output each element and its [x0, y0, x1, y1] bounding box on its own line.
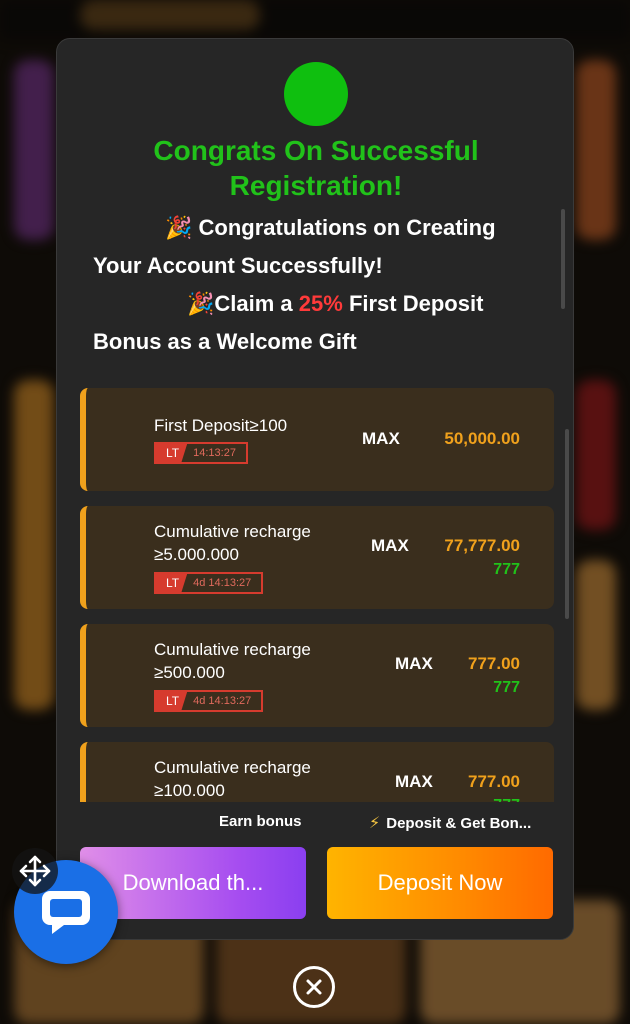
registration-success-modal: Congrats On Successful Registration! 🎉 C…	[56, 38, 574, 940]
earn-bonus-label: Earn bonus	[219, 813, 302, 830]
max-label: MAX	[371, 536, 409, 555]
max-label: MAX	[395, 654, 433, 673]
deposit-get-bonus-label: ⚡ Deposit & Get Bon...	[369, 813, 531, 833]
max-label: MAX	[395, 772, 433, 791]
sub-amount: 777	[493, 561, 520, 578]
reward-card[interactable]: Cumulative recharge ≥500.000 LT 4d 14:13…	[80, 624, 554, 727]
deposit-now-button[interactable]: Deposit Now	[327, 847, 553, 919]
max-amount: 50,000.00	[444, 429, 520, 448]
timer-tag: LT	[156, 444, 188, 462]
deposit-get-bonus-text: Deposit & Get Bon...	[386, 814, 532, 832]
reward-list[interactable]: First Deposit≥100 LT 14:13:27 MAX 50,000…	[80, 388, 554, 802]
congrats-title: Congrats On Successful Registration!	[153, 135, 479, 201]
timer-value: 4d 14:13:27	[193, 577, 252, 589]
footer-labels: Earn bonus ⚡ Deposit & Get Bon...	[57, 809, 573, 837]
reward-card[interactable]: Cumulative recharge ≥100.000 MAX 777.00 …	[80, 742, 554, 802]
reward-list-scrollbar[interactable]	[565, 429, 569, 619]
max-amount: 777.00	[468, 654, 520, 673]
timer-value: 4d 14:13:27	[193, 695, 252, 707]
max-amount: 777.00	[468, 772, 520, 791]
welcome-message: 🎉 Congratulations on Creating Your Accou…	[93, 209, 543, 361]
message-line-1: Congratulations on Creating Your Account…	[93, 215, 496, 278]
timer-badge: LT 14:13:27	[154, 442, 248, 464]
timer-badge: LT 4d 14:13:27	[154, 690, 264, 712]
bolt-icon: ⚡	[369, 815, 381, 832]
message-line-2-prefix: Claim a	[214, 291, 299, 316]
reward-title: Cumulative recharge ≥500.000	[154, 640, 311, 682]
reward-card[interactable]: First Deposit≥100 LT 14:13:27 MAX 50,000…	[80, 388, 554, 491]
max-label: MAX	[362, 429, 400, 448]
timer-tag: LT	[156, 574, 188, 592]
close-icon	[306, 979, 322, 995]
party-popper-icon: 🎉	[187, 291, 215, 316]
reward-card[interactable]: Cumulative recharge ≥5.000.000 LT 4d 14:…	[80, 506, 554, 609]
max-amount: 77,777.00	[444, 536, 520, 555]
party-popper-icon: 🎉	[165, 215, 193, 240]
close-button[interactable]	[293, 966, 335, 1008]
sub-amount: 777	[493, 797, 520, 802]
timer-tag: LT	[156, 692, 188, 710]
bonus-percentage: 25%	[298, 291, 343, 316]
reward-title: Cumulative recharge ≥100.000	[154, 758, 311, 800]
chat-icon	[42, 891, 90, 934]
reward-title: Cumulative recharge ≥5.000.000	[154, 522, 311, 564]
move-icon[interactable]	[12, 848, 58, 894]
success-status-dot	[284, 62, 348, 126]
timer-value: 14:13:27	[193, 447, 236, 459]
message-scrollbar[interactable]	[561, 209, 565, 309]
timer-badge: LT 4d 14:13:27	[154, 572, 264, 594]
sub-amount: 777	[493, 679, 520, 696]
reward-title: First Deposit≥100	[154, 416, 288, 435]
